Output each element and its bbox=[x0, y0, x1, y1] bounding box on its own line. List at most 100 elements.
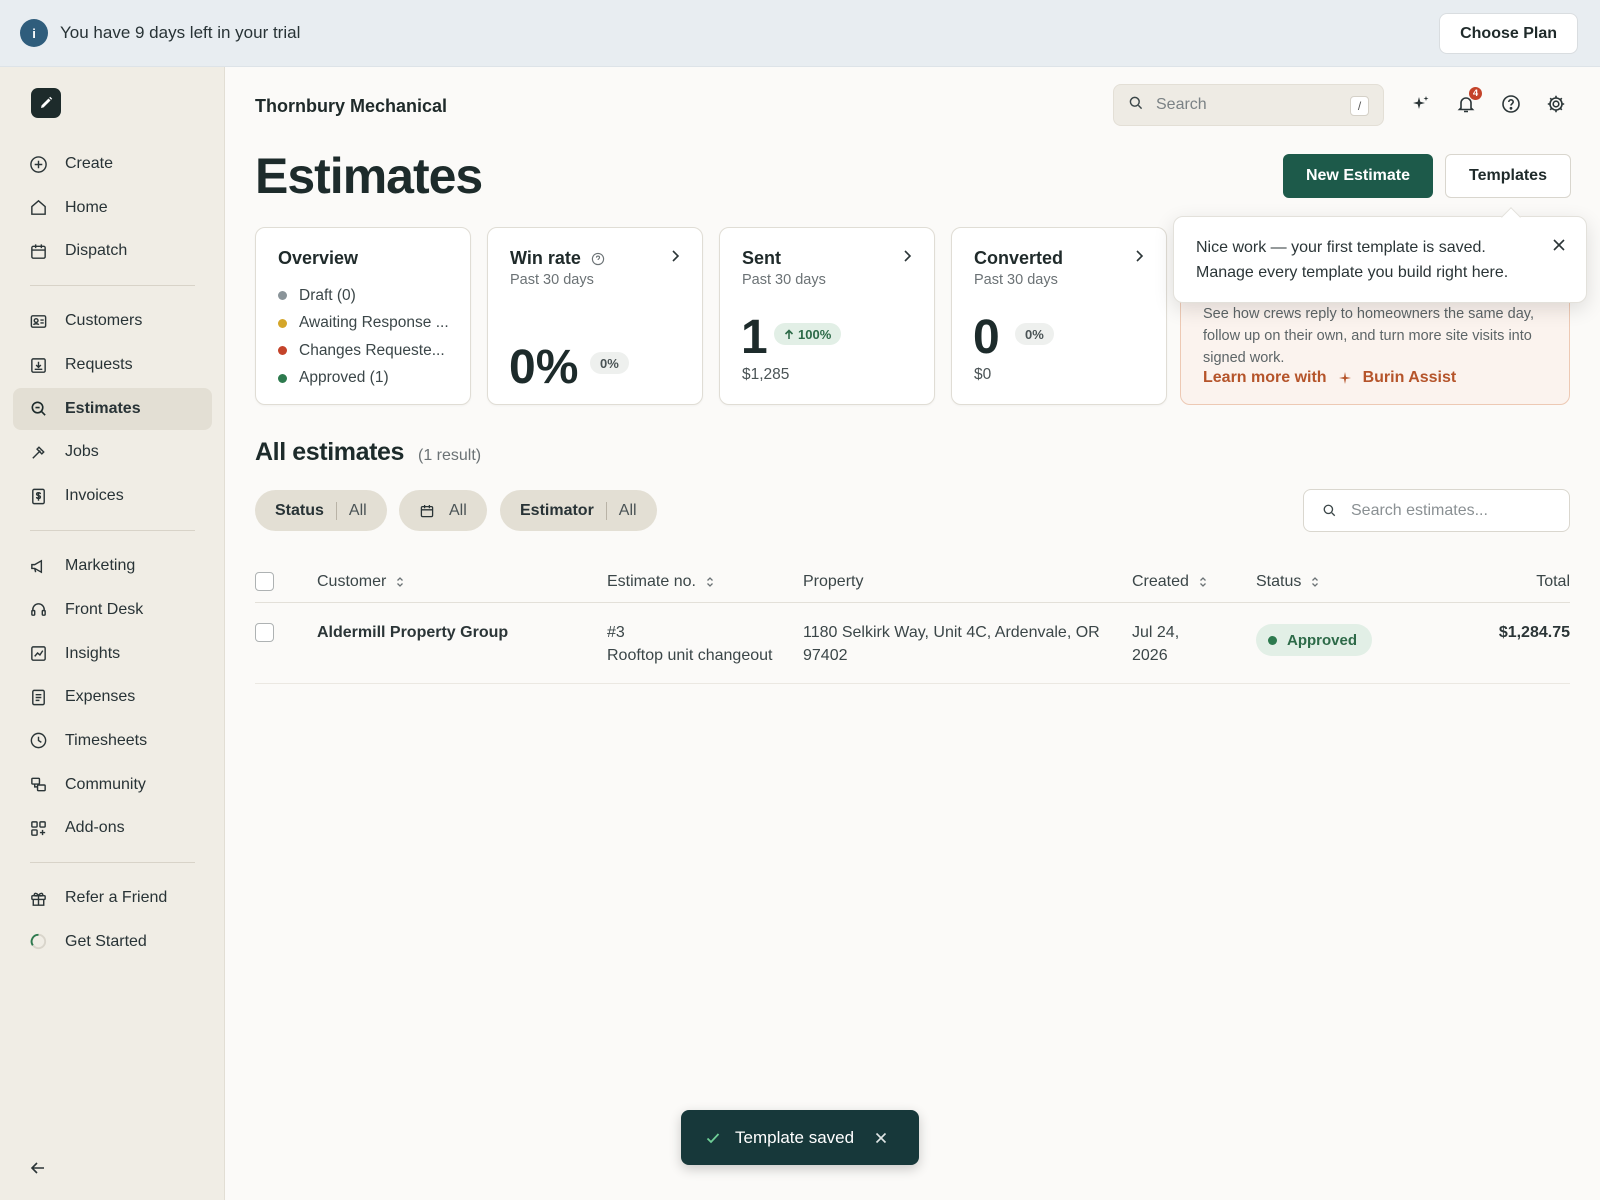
main-content: Thornbury Mechanical Search / 4 Estimate… bbox=[225, 67, 1600, 1200]
filter-value: All bbox=[348, 501, 367, 519]
overview-item-draft[interactable]: Draft (0) bbox=[278, 282, 449, 310]
chevron-right-icon[interactable] bbox=[1132, 249, 1146, 263]
estimate-description: Rooftop unit changeout bbox=[607, 647, 773, 664]
date-filter[interactable]: All bbox=[399, 490, 487, 531]
sidebar-divider bbox=[30, 862, 195, 864]
status-filter[interactable]: Status All bbox=[255, 490, 387, 531]
sidebar-item-dispatch[interactable]: Dispatch bbox=[13, 230, 212, 272]
column-header-property: Property bbox=[803, 560, 863, 603]
column-label: Customer bbox=[317, 572, 387, 590]
card-title-text: Win rate bbox=[510, 248, 581, 268]
sidebar-item-timesheets[interactable]: Timesheets bbox=[13, 720, 212, 762]
add-ons-icon bbox=[28, 818, 48, 838]
templates-popover: Nice work — your first template is saved… bbox=[1173, 207, 1587, 303]
status-dot bbox=[278, 291, 287, 301]
search-placeholder: Search bbox=[1156, 96, 1207, 113]
sort-icon bbox=[397, 576, 404, 587]
sidebar-item-add-ons[interactable]: Add-ons bbox=[13, 807, 212, 849]
calendar-icon bbox=[28, 241, 48, 261]
choose-plan-button[interactable]: Choose Plan bbox=[1439, 13, 1578, 54]
column-label: Total bbox=[1536, 572, 1570, 590]
sidebar-item-refer[interactable]: Refer a Friend bbox=[13, 877, 212, 919]
company-name: Thornbury Mechanical bbox=[255, 96, 448, 116]
table-row[interactable]: Aldermill Property Group #3 Rooftop unit… bbox=[255, 604, 1570, 684]
collapse-sidebar-icon[interactable] bbox=[28, 1158, 48, 1178]
page-title: Estimates bbox=[255, 148, 483, 204]
column-label: Estimate no. bbox=[607, 572, 696, 590]
new-estimate-button[interactable]: New Estimate bbox=[1283, 154, 1433, 198]
win-rate-change: 0% bbox=[590, 352, 629, 374]
row-checkbox[interactable] bbox=[255, 623, 274, 642]
popover-line: Nice work — your first template is saved… bbox=[1196, 239, 1486, 256]
sidebar: Create Home Dispatch Customers Requests … bbox=[0, 67, 225, 1200]
sort-icon bbox=[1312, 576, 1319, 587]
sidebar-item-expenses[interactable]: Expenses bbox=[13, 676, 212, 718]
estimator-filter[interactable]: Estimator All bbox=[500, 490, 657, 531]
overview-item-changes[interactable]: Changes Requeste... bbox=[278, 337, 449, 365]
search-icon bbox=[1128, 95, 1144, 116]
column-header-status[interactable]: Status bbox=[1256, 560, 1319, 603]
arrow-up-icon bbox=[784, 328, 794, 340]
column-header-estimate-no[interactable]: Estimate no. bbox=[607, 560, 714, 603]
sidebar-item-community[interactable]: Community bbox=[13, 764, 212, 806]
chevron-right-icon[interactable] bbox=[900, 249, 914, 263]
chevron-right-icon[interactable] bbox=[668, 249, 682, 263]
converted-card[interactable]: Converted Past 30 days 0 0% $0 bbox=[951, 227, 1167, 405]
row-estimate-number: #3 Rooftop unit changeout bbox=[607, 621, 772, 667]
sidebar-item-customers[interactable]: Customers bbox=[13, 300, 212, 342]
sent-card[interactable]: Sent Past 30 days 1 100% $1,285 bbox=[719, 227, 935, 405]
win-rate-value: 0% bbox=[509, 341, 579, 394]
bell-icon[interactable]: 4 bbox=[1455, 86, 1483, 115]
row-total: $1,284.75 bbox=[1498, 624, 1570, 641]
result-count: (1 result) bbox=[418, 447, 482, 464]
close-icon[interactable] bbox=[1552, 238, 1566, 252]
overview-card: Overview Draft (0) Awaiting Response ...… bbox=[255, 227, 471, 405]
row-property: 1180 Selkirk Way, Unit 4C, Ardenvale, OR… bbox=[803, 621, 1100, 667]
overview-item-approved[interactable]: Approved (1) bbox=[278, 365, 449, 393]
status-label: Approved bbox=[1287, 631, 1358, 649]
property-line: 1180 Selkirk Way, Unit 4C, Ardenvale, OR bbox=[803, 624, 1100, 641]
toast-notification: Template saved bbox=[681, 1110, 919, 1165]
gift-icon bbox=[28, 888, 48, 908]
app-logo[interactable] bbox=[31, 88, 61, 118]
filter-value: All bbox=[449, 501, 467, 519]
check-icon bbox=[705, 1130, 721, 1146]
sidebar-item-label: Dispatch bbox=[65, 242, 128, 260]
close-icon[interactable] bbox=[874, 1131, 888, 1145]
estimates-search-input[interactable]: Search estimates... bbox=[1303, 489, 1570, 532]
sidebar-item-insights[interactable]: Insights bbox=[13, 633, 212, 675]
gear-icon[interactable] bbox=[1545, 93, 1567, 115]
templates-button[interactable]: Templates bbox=[1445, 154, 1571, 198]
row-customer[interactable]: Aldermill Property Group bbox=[317, 621, 508, 644]
sidebar-item-create[interactable]: Create bbox=[13, 143, 212, 185]
column-header-created[interactable]: Created bbox=[1132, 560, 1207, 603]
sidebar-item-requests[interactable]: Requests bbox=[13, 344, 212, 386]
column-header-total: Total bbox=[1536, 560, 1570, 603]
select-all-checkbox[interactable] bbox=[255, 560, 274, 603]
popover-message: Nice work — your first template is saved… bbox=[1196, 235, 1508, 285]
sidebar-item-get-started[interactable]: Get Started bbox=[13, 921, 212, 963]
column-header-customer[interactable]: Customer bbox=[317, 560, 404, 603]
sidebar-item-jobs[interactable]: Jobs bbox=[13, 431, 212, 473]
sidebar-item-front-desk[interactable]: Front Desk bbox=[13, 589, 212, 631]
learn-more-link[interactable]: Learn more with Burin Assist bbox=[1203, 369, 1456, 387]
sidebar-item-label: Timesheets bbox=[65, 731, 148, 749]
sidebar-item-estimates[interactable]: Estimates bbox=[13, 387, 212, 430]
status-dot bbox=[278, 373, 287, 383]
sidebar-item-home[interactable]: Home bbox=[13, 187, 212, 229]
filter-label: Estimator bbox=[520, 501, 594, 519]
sidebar-item-invoices[interactable]: Invoices bbox=[13, 475, 212, 517]
sent-amount: $1,285 bbox=[742, 366, 790, 383]
sidebar-item-marketing[interactable]: Marketing bbox=[13, 545, 212, 587]
card-subtitle: Past 30 days bbox=[742, 272, 826, 288]
sidebar-item-label: Add-ons bbox=[65, 819, 125, 837]
info-circle-icon[interactable] bbox=[591, 252, 605, 266]
sparkle-icon[interactable] bbox=[1410, 93, 1432, 115]
converted-amount: $0 bbox=[974, 366, 992, 383]
help-icon[interactable] bbox=[1500, 93, 1522, 115]
overview-item-awaiting[interactable]: Awaiting Response ... bbox=[278, 310, 449, 338]
sort-icon bbox=[706, 576, 713, 587]
global-search-input[interactable]: Search / bbox=[1113, 84, 1384, 126]
card-title: Sent bbox=[742, 248, 782, 268]
win-rate-card[interactable]: Win rate Past 30 days 0% 0% bbox=[487, 227, 703, 405]
